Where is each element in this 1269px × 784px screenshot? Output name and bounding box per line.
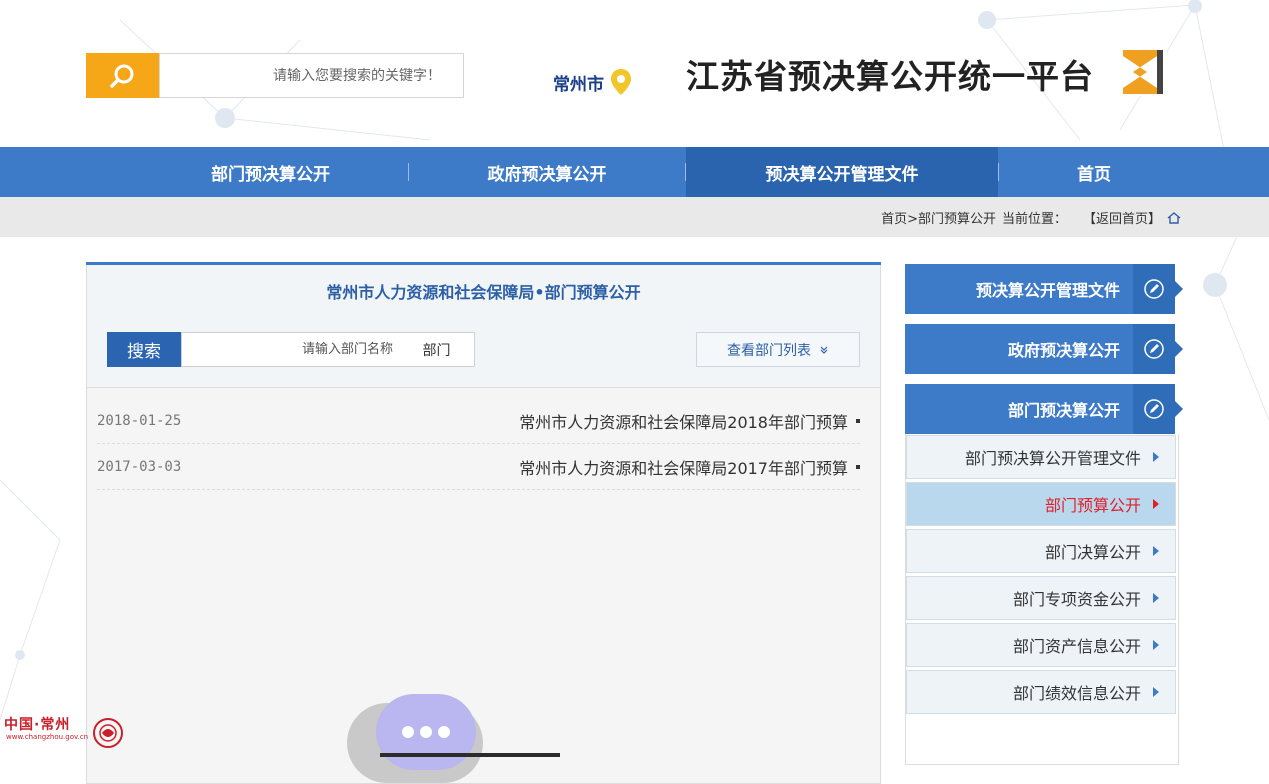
breadcrumb-current-label: 当前位置： xyxy=(1001,212,1067,227)
view-dept-list-button[interactable]: 查看部门列表 xyxy=(696,332,860,367)
list-item-title[interactable]: 常州市人力资源和社会保障局2018年部门预算 xyxy=(519,409,848,433)
sidebar-header-label: 部门预决算公开 xyxy=(1007,401,1120,420)
page-title: 常州市人力资源和社会保障局•部门预算公开 xyxy=(326,283,641,302)
list-item[interactable]: 2018-01-25 常州市人力资源和社会保障局2018年部门预算 xyxy=(97,398,860,444)
sidebar-header-management-files[interactable]: 预决算公开管理文件 xyxy=(905,264,1183,314)
search-input[interactable] xyxy=(160,54,463,97)
triangle-right-icon xyxy=(1153,640,1159,650)
content-panel-top-border xyxy=(86,262,881,265)
triangle-right-icon xyxy=(1153,546,1159,556)
triangle-right-icon xyxy=(1153,687,1159,697)
dept-search-button[interactable]: 搜索 xyxy=(107,332,181,367)
site-title: 江苏省预决算公开统一平台 xyxy=(686,57,1094,96)
triangle-right-icon xyxy=(1153,593,1159,603)
edit-icon xyxy=(1133,264,1175,314)
sidebar-item-dept-budget[interactable]: 部门预算公开 xyxy=(906,482,1176,526)
sidebar-header-notch xyxy=(1175,401,1183,417)
sidebar-item-label: 部门预决算公开管理文件 xyxy=(964,449,1141,468)
list-item-title-wrap[interactable]: 常州市人力资源和社会保障局2018年部门预算 xyxy=(519,409,860,433)
sidebar-header-notch xyxy=(1175,281,1183,297)
edit-icon xyxy=(1133,384,1175,434)
budget-list: 2018-01-25 常州市人力资源和社会保障局2018年部门预算 2017-0… xyxy=(97,398,860,490)
dept-field-label: 部门 xyxy=(398,332,475,367)
nav-item-dept-budget[interactable]: 部门预决算公开 xyxy=(133,147,408,197)
changzhou-logo-text: 中国·常州 xyxy=(4,717,71,733)
sidebar-header-notch xyxy=(1175,341,1183,357)
site-logo xyxy=(1117,46,1167,96)
edit-icon xyxy=(1133,324,1175,374)
chat-widget-base xyxy=(380,753,560,757)
sidebar-item-label: 部门预算公开 xyxy=(1044,496,1141,515)
sidebar-header-dept-budget[interactable]: 部门预决算公开 xyxy=(905,384,1183,434)
breadcrumb: 首页>部门预算公开 当前位置： 【返回首页】 xyxy=(881,208,1181,227)
city-selector[interactable]: 常州市 xyxy=(553,68,632,96)
sidebar-item-dept-final-accounts[interactable]: 部门决算公开 xyxy=(906,529,1176,573)
sidebar-item-label: 部门资产信息公开 xyxy=(1012,637,1141,656)
list-item-title-wrap[interactable]: 常州市人力资源和社会保障局2017年部门预算 xyxy=(519,455,860,479)
sidebar-header-label: 预决算公开管理文件 xyxy=(975,281,1120,300)
home-icon xyxy=(1167,211,1181,224)
sidebar-item-dept-assets[interactable]: 部门资产信息公开 xyxy=(906,623,1176,667)
sidebar-header-label: 政府预决算公开 xyxy=(1007,341,1120,360)
changzhou-logo-url: www.changzhou.gov.cn xyxy=(6,733,89,741)
nav-item-label: 预决算公开管理文件 xyxy=(765,164,919,185)
sidebar-item-dept-management-files[interactable]: 部门预决算公开管理文件 xyxy=(906,435,1176,479)
triangle-right-icon xyxy=(1153,499,1159,509)
sidebar-item-dept-performance[interactable]: 部门绩效信息公开 xyxy=(906,670,1176,714)
list-item[interactable]: 2017-03-03 常州市人力资源和社会保障局2017年部门预算 xyxy=(97,444,860,490)
list-item-date: 2018-01-25 xyxy=(97,412,182,429)
list-item-title[interactable]: 常州市人力资源和社会保障局2017年部门预算 xyxy=(519,455,848,479)
nav-item-home[interactable]: 首页 xyxy=(999,147,1189,197)
bullet-icon xyxy=(856,418,860,423)
chat-widget-button[interactable] xyxy=(376,694,476,770)
triangle-right-icon xyxy=(1153,452,1159,462)
sidebar-item-label: 部门专项资金公开 xyxy=(1012,590,1141,609)
breadcrumb-path: 首页>部门预算公开 xyxy=(881,212,996,227)
nav-item-management-files[interactable]: 预决算公开管理文件 xyxy=(686,147,998,197)
chat-dot-icon xyxy=(402,726,414,738)
chat-dot-icon xyxy=(420,726,432,738)
bullet-icon xyxy=(856,464,860,469)
sidebar-item-label: 部门绩效信息公开 xyxy=(1012,684,1141,703)
chat-dot-icon xyxy=(438,726,450,738)
main-nav: 部门预决算公开 政府预决算公开 预决算公开管理文件 首页 xyxy=(0,147,1269,197)
nav-item-label: 部门预决算公开 xyxy=(211,164,330,185)
search-input-box[interactable] xyxy=(159,53,464,98)
nav-item-label: 政府预决算公开 xyxy=(487,164,607,185)
location-pin-icon xyxy=(611,69,631,95)
list-item-date: 2017-03-03 xyxy=(97,458,182,475)
double-chevron-down-icon xyxy=(820,346,828,354)
back-home-link[interactable]: 【返回首页】 xyxy=(1083,208,1161,227)
dept-name-field[interactable] xyxy=(181,332,399,367)
search-icon xyxy=(109,64,133,88)
view-dept-list-label: 查看部门列表 xyxy=(727,342,811,359)
search-button[interactable] xyxy=(86,53,159,98)
city-name: 常州市 xyxy=(553,74,604,95)
sidebar-item-label: 部门决算公开 xyxy=(1044,543,1141,562)
sidebar-item-dept-special-funds[interactable]: 部门专项资金公开 xyxy=(906,576,1176,620)
nav-item-label: 首页 xyxy=(1077,164,1111,185)
dept-name-input[interactable] xyxy=(182,333,399,366)
nav-item-gov-budget[interactable]: 政府预决算公开 xyxy=(409,147,685,197)
changzhou-emblem-icon xyxy=(93,718,123,748)
sidebar-header-gov-budget[interactable]: 政府预决算公开 xyxy=(905,324,1183,374)
